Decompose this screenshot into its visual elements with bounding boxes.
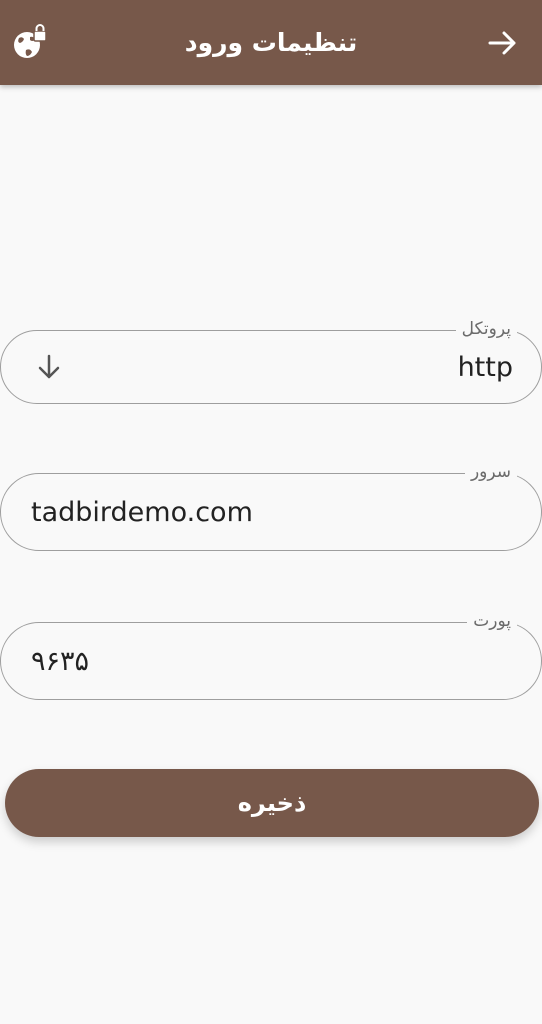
port-field[interactable]: پورت ۹۶۳۵	[0, 610, 542, 700]
protocol-select[interactable]: پروتکل http	[0, 318, 542, 404]
port-value: ۹۶۳۵	[31, 645, 90, 677]
server-label: سرور	[464, 461, 517, 483]
arrow-down-icon[interactable]	[35, 353, 63, 381]
arrow-right-icon[interactable]	[484, 24, 522, 62]
port-label: پورت	[467, 610, 517, 632]
app-bar: تنظیمات ورود	[0, 0, 542, 85]
page-title: تنظیمات ورود	[184, 28, 358, 57]
server-value: tadbirdemo.com	[31, 496, 253, 528]
save-button[interactable]: ذخیره	[5, 769, 539, 837]
protocol-value: http	[457, 351, 513, 383]
server-field[interactable]: سرور tadbirdemo.com	[0, 461, 542, 551]
